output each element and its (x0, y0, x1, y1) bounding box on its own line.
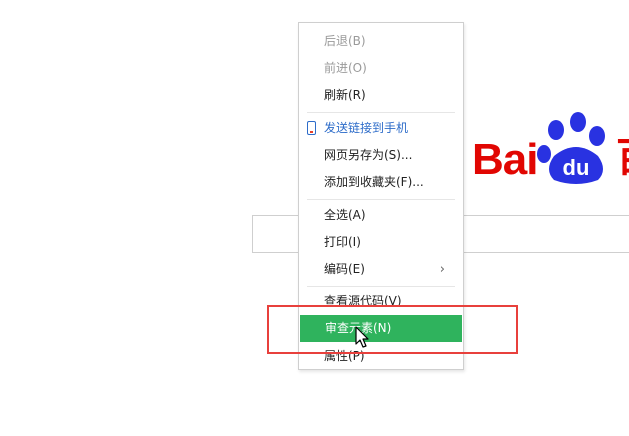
baidu-paw-icon: du (537, 112, 605, 184)
menu-item-back[interactable]: 后退(B) (299, 28, 463, 55)
menu-separator (307, 286, 455, 287)
menu-item-encoding[interactable]: 编码(E) › (299, 256, 463, 283)
menu-item-add-favorites[interactable]: 添加到收藏夹(F)... (299, 169, 463, 196)
mouse-cursor-icon (355, 326, 369, 348)
baidu-logo[interactable]: Bai du 百 (472, 112, 629, 192)
menu-item-refresh[interactable]: 刷新(R) (299, 82, 463, 109)
menu-item-encoding-label: 编码(E) (324, 262, 365, 276)
logo-text-du: du (563, 155, 590, 180)
menu-item-forward[interactable]: 前进(O) (299, 55, 463, 82)
menu-item-send-to-phone[interactable]: 发送链接到手机 (299, 115, 463, 142)
menu-item-send-to-phone-label: 发送链接到手机 (324, 121, 409, 135)
annotation-highlight-box (267, 305, 518, 354)
logo-text-bai: Bai (472, 135, 538, 184)
menu-item-print[interactable]: 打印(I) (299, 229, 463, 256)
menu-item-select-all[interactable]: 全选(A) (299, 202, 463, 229)
logo-text-cn: 百 (616, 138, 629, 178)
chevron-right-icon: › (439, 262, 445, 277)
menu-item-save-as[interactable]: 网页另存为(S)... (299, 142, 463, 169)
menu-separator (307, 199, 455, 200)
menu-separator (307, 112, 455, 113)
phone-icon (307, 121, 316, 135)
